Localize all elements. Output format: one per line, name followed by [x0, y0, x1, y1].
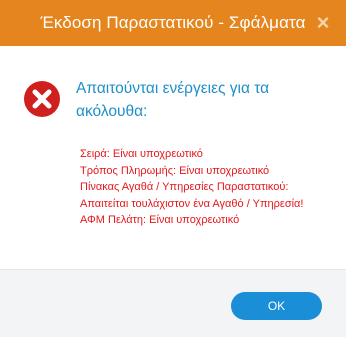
close-icon[interactable]: ×	[310, 8, 336, 38]
error-list: Σειρά: Είναι υποχρεωτικό Τρόπος Πληρωμής…	[80, 146, 342, 229]
error-x-circle-icon	[24, 81, 60, 117]
error-item: Πίνακας Αγαθά / Υπηρεσίες Παραστατικού:	[80, 181, 289, 193]
error-item: Απαιτείται τουλάχιστον ένα Αγαθό / Υπηρε…	[80, 197, 304, 210]
error-heading: Απαιτούνται ενέργειες για τα ακόλουθα:	[76, 80, 270, 120]
error-item: ΑΦΜ Πελάτη: Είναι υποχρεωτικό	[80, 214, 240, 226]
dialog-title: Έκδοση Παραστατικού - Σφάλματα	[40, 13, 306, 32]
error-item: Σειρά: Είναι υποχρεωτικό	[80, 148, 203, 160]
error-item: Τρόπος Πληρωμής: Είναι υποχρεωτικό	[80, 164, 270, 177]
ok-button[interactable]: OK	[231, 292, 322, 320]
error-dialog: Έκδοση Παραστατικού - Σφάλματα × Απαιτού…	[0, 0, 346, 337]
